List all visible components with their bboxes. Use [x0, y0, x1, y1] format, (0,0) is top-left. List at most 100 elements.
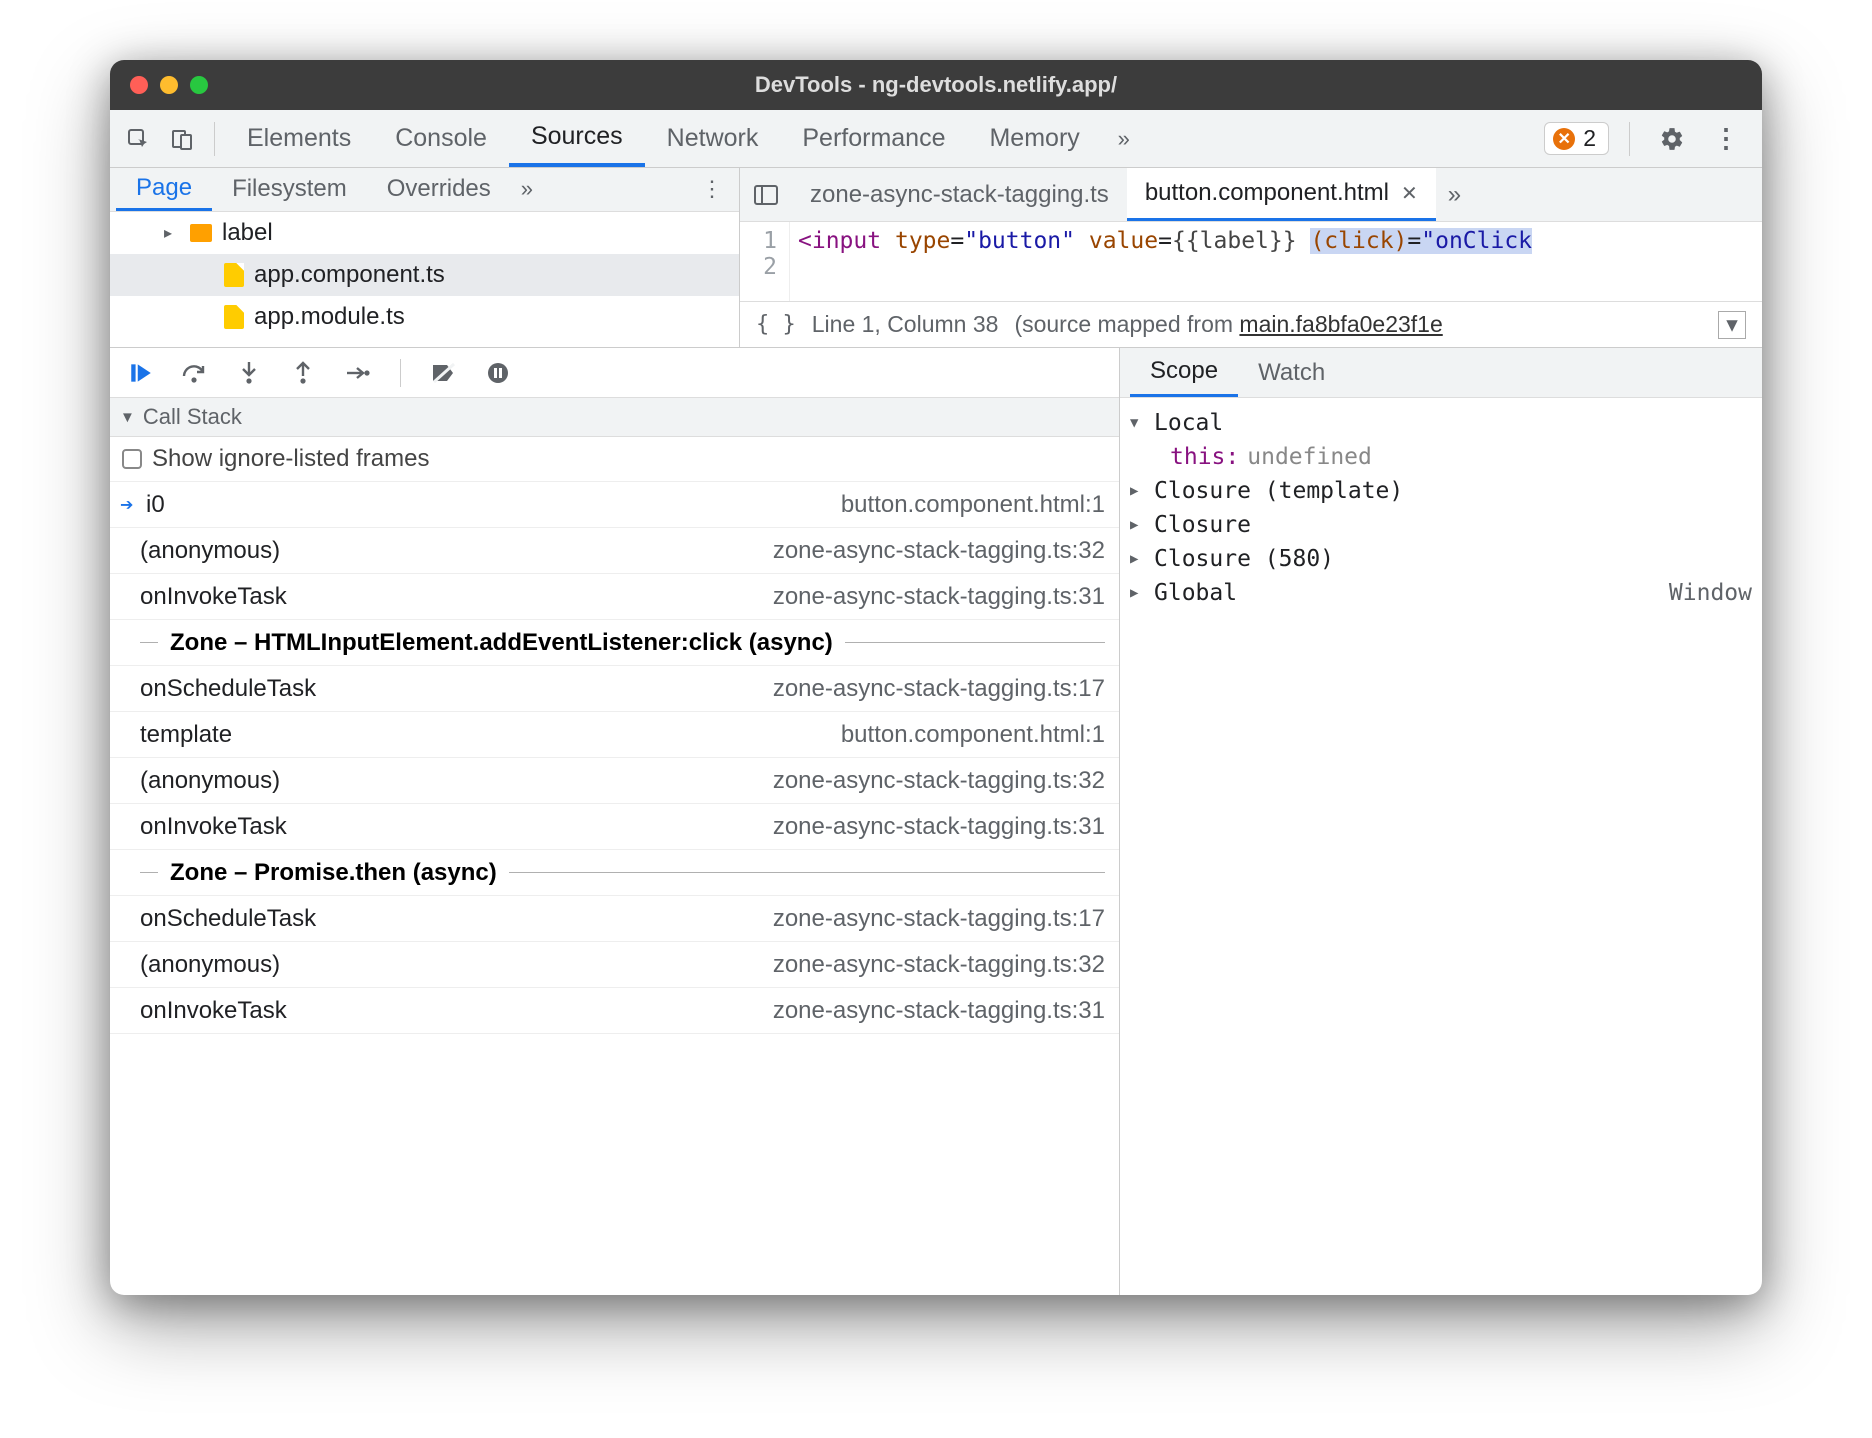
stack-frame[interactable]: onInvokeTaskzone-async-stack-tagging.ts:… [110, 988, 1119, 1034]
frame-location: zone-async-stack-tagging.ts:31 [773, 997, 1105, 1025]
expand-arrow-icon: ▸ [164, 223, 180, 243]
nav-subtab-page[interactable]: Page [116, 168, 212, 211]
checkbox-input[interactable] [122, 449, 142, 469]
stack-frame[interactable]: onScheduleTaskzone-async-stack-tagging.t… [110, 666, 1119, 712]
code-editor[interactable]: 12 <input type="button" value={{label}} … [740, 222, 1762, 301]
file-icon [224, 305, 244, 329]
scope-tab-watch[interactable]: Watch [1238, 348, 1345, 397]
step-into-icon[interactable] [232, 356, 266, 390]
zoom-window-button[interactable] [190, 76, 208, 94]
call-stack-header[interactable]: ▼ Call Stack [110, 398, 1119, 437]
scope-panel: ScopeWatch ▼Localthis: undefined▶Closure… [1120, 348, 1762, 1295]
tree-folder-label[interactable]: ▸label [110, 212, 739, 254]
scope-item[interactable]: ▶ Closure [1130, 508, 1752, 542]
frame-location: zone-async-stack-tagging.ts:31 [773, 813, 1105, 841]
main-tab-elements[interactable]: Elements [225, 110, 373, 167]
code-token: type [895, 228, 950, 254]
more-subtabs-chevron-icon[interactable]: » [511, 176, 543, 202]
file-tab-button-component-html[interactable]: button.component.html ✕ [1127, 168, 1436, 221]
kebab-menu-icon[interactable]: ⋮ [1704, 117, 1748, 161]
frame-function: (anonymous) [140, 951, 773, 979]
inspect-icon[interactable] [116, 117, 160, 161]
disclosure-triangle-icon: ▶ [1130, 517, 1146, 533]
file-tab-label: button.component.html [1145, 179, 1389, 207]
source-map-link[interactable]: main.fa8bfa0e23f1e [1239, 311, 1442, 337]
nav-subtab-filesystem[interactable]: Filesystem [212, 168, 367, 211]
tree-file-app-module-ts[interactable]: app.module.ts [110, 296, 739, 338]
stack-frame[interactable]: templatebutton.component.html:1 [110, 712, 1119, 758]
traffic-lights [110, 76, 208, 94]
scope-item[interactable]: ▼Local [1130, 406, 1752, 440]
stack-frame[interactable]: (anonymous)zone-async-stack-tagging.ts:3… [110, 528, 1119, 574]
error-count-badge[interactable]: ✕ 2 [1544, 122, 1609, 155]
file-tree: ▸labelapp.component.ts app.module.ts ▸envi… [110, 212, 739, 347]
scope-item[interactable]: ▶Closure (template) [1130, 474, 1752, 508]
deactivate-breakpoints-icon[interactable] [427, 356, 461, 390]
separator [1629, 122, 1630, 156]
stack-frame[interactable]: onInvokeTaskzone-async-stack-tagging.ts:… [110, 804, 1119, 850]
scope-label: Global [1154, 580, 1237, 606]
main-tab-sources[interactable]: Sources [509, 110, 645, 167]
device-toggle-icon[interactable] [160, 117, 204, 161]
error-count: 2 [1583, 125, 1596, 152]
settings-gear-icon[interactable] [1650, 117, 1694, 161]
main-tab-memory[interactable]: Memory [967, 110, 1101, 167]
main-tab-performance[interactable]: Performance [780, 110, 967, 167]
tree-file-app-component-ts[interactable]: app.component.ts [110, 254, 739, 296]
scope-label: Closure [1154, 512, 1251, 538]
nav-subtab-overrides[interactable]: Overrides [367, 168, 511, 211]
navigator-menu-icon[interactable]: ⋮ [685, 176, 739, 202]
code-token: "button" [964, 228, 1075, 254]
code-token [881, 228, 895, 254]
debugger-toolbar [110, 348, 1119, 398]
show-ignored-frames-checkbox[interactable]: Show ignore-listed frames [110, 437, 1119, 482]
scope-item[interactable]: ▶GlobalWindow [1130, 576, 1752, 610]
scope-item[interactable]: this: undefined [1130, 440, 1752, 474]
frame-function: (anonymous) [140, 537, 773, 565]
more-tabs-chevron-icon[interactable]: » [1102, 117, 1146, 161]
disclosure-triangle-icon: ▶ [1130, 551, 1146, 567]
window-title: DevTools - ng-devtools.netlify.app/ [110, 72, 1762, 98]
toggle-navigator-icon[interactable] [744, 173, 788, 217]
close-tab-icon[interactable]: ✕ [1401, 181, 1418, 206]
main-tab-network[interactable]: Network [645, 110, 781, 167]
stack-frame[interactable]: onScheduleTaskzone-async-stack-tagging.t… [110, 896, 1119, 942]
code-token: = [950, 228, 964, 254]
main-tab-console[interactable]: Console [373, 110, 509, 167]
tree-item-label: app.module.ts [254, 303, 405, 331]
stack-frame[interactable]: (anonymous)zone-async-stack-tagging.ts:3… [110, 758, 1119, 804]
step-over-icon[interactable] [178, 356, 212, 390]
editor-pane: zone-async-stack-tagging.tsbutton.compon… [740, 168, 1762, 347]
status-dropdown-icon[interactable]: ▾ [1718, 311, 1746, 339]
stack-frame[interactable]: (anonymous)zone-async-stack-tagging.ts:3… [110, 942, 1119, 988]
frame-location: zone-async-stack-tagging.ts:32 [773, 537, 1105, 565]
pause-exceptions-icon[interactable] [481, 356, 515, 390]
pretty-print-icon[interactable]: { } [756, 312, 796, 337]
zone-divider: Zone – HTMLInputElement.addEventListener… [110, 620, 1119, 666]
frame-function: template [140, 721, 841, 749]
code-token: < [798, 228, 812, 254]
frame-location: zone-async-stack-tagging.ts:32 [773, 767, 1105, 795]
disclosure-triangle-icon: ▶ [1130, 585, 1146, 601]
step-out-icon[interactable] [286, 356, 320, 390]
line-number: 1 [740, 228, 777, 254]
step-icon[interactable] [340, 356, 374, 390]
code-content: <input type="button" value={{label}} (cl… [790, 222, 1532, 301]
code-token: value [1089, 228, 1158, 254]
editor-status-bar: { } Line 1, Column 38 (source mapped fro… [740, 301, 1762, 347]
file-tab-zone-async-stack-tagging-ts[interactable]: zone-async-stack-tagging.ts [792, 168, 1127, 221]
scope-label: Closure (580) [1154, 546, 1334, 572]
code-token: = [1407, 228, 1421, 254]
tree-folder-environments[interactable]: ▸environments [110, 338, 739, 347]
navigator-panel: PageFilesystemOverrides » ⋮ ▸labelapp.co… [110, 168, 740, 347]
titlebar: DevTools - ng-devtools.netlify.app/ [110, 60, 1762, 110]
collapse-triangle-icon: ▼ [120, 409, 135, 426]
stack-frame[interactable]: ➔i0button.component.html:1 [110, 482, 1119, 528]
stack-frame[interactable]: onInvokeTaskzone-async-stack-tagging.ts:… [110, 574, 1119, 620]
scope-item[interactable]: ▶ Closure (580) [1130, 542, 1752, 576]
scope-tab-scope[interactable]: Scope [1130, 348, 1238, 397]
more-file-tabs-chevron-icon[interactable]: » [1436, 181, 1473, 209]
resume-icon[interactable] [124, 356, 158, 390]
minimize-window-button[interactable] [160, 76, 178, 94]
close-window-button[interactable] [130, 76, 148, 94]
